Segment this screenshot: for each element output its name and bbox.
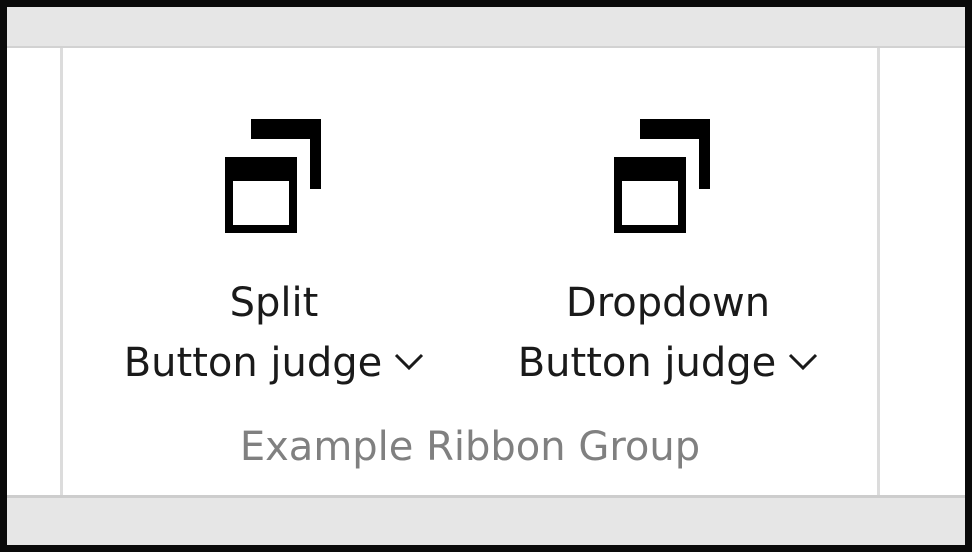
chevron-down-icon[interactable] xyxy=(394,352,424,372)
group-divider-right xyxy=(877,48,880,495)
ribbon-group-label: Example Ribbon Group xyxy=(239,424,701,470)
dropdown-button-label-line2: Button judge xyxy=(493,339,843,387)
ribbon-bottom-bar xyxy=(7,495,965,545)
window-restore-icon xyxy=(225,119,321,233)
ribbon-tab-strip xyxy=(7,7,965,48)
dropdown-button-label-text: Button judge xyxy=(517,340,777,386)
split-button-label-line2: Button judge xyxy=(99,339,449,387)
chevron-down-icon[interactable] xyxy=(788,352,818,372)
split-button-label-text: Button judge xyxy=(123,340,383,386)
window-restore-icon xyxy=(614,119,710,233)
dropdown-button-label-line1: Dropdown xyxy=(565,280,771,326)
dropdown-button[interactable]: Dropdown Button judge xyxy=(493,107,843,397)
split-button[interactable]: Split Button judge xyxy=(99,107,449,397)
split-button-label-line1: Split xyxy=(229,280,319,326)
ribbon-window: Split Button judge Dropdown Button judge… xyxy=(0,0,972,552)
